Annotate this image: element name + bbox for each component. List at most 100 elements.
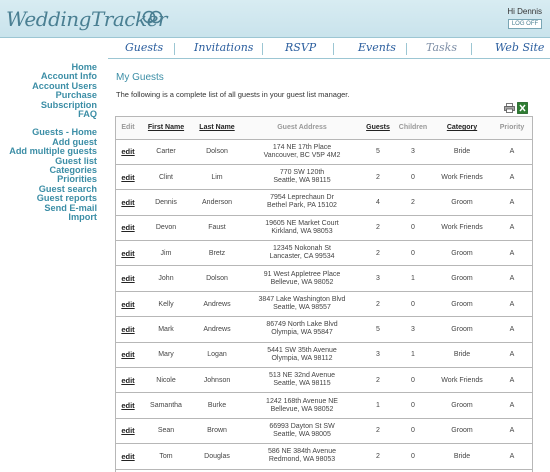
edit-link[interactable]: edit — [116, 265, 140, 292]
cell-first-name: Jim — [140, 240, 192, 267]
cell-category: Bride — [432, 139, 492, 165]
cell-guests: 2 — [362, 443, 394, 470]
edit-link[interactable]: edit — [116, 392, 140, 419]
edit-link[interactable]: edit — [116, 316, 140, 343]
cell-address: 770 SW 120th Seattle, WA 98115 — [242, 164, 362, 191]
cell-first-name: John — [140, 265, 192, 292]
table-row: edit Carter Dolson 174 NE 17th Place Vancouv… — [116, 139, 532, 165]
nav-guests[interactable]: Guests — [125, 41, 163, 54]
table-row: edit Devon Faust 19605 NE Market Court Kirkl… — [116, 215, 532, 242]
cell-priority: A — [492, 316, 532, 343]
cell-last-name: Dolson — [192, 139, 242, 165]
cell-category: Work Friends — [432, 164, 492, 191]
cell-guests: 3 — [362, 342, 394, 369]
sidebar-item-import[interactable]: Import — [0, 212, 97, 222]
edit-link[interactable]: edit — [116, 240, 140, 267]
table-row: edit Clint Lim 770 SW 120th Seattle, WA 9811… — [116, 164, 532, 191]
cell-guests: 4 — [362, 189, 394, 216]
nav-tasks[interactable]: Tasks — [426, 41, 457, 54]
nav-separator — [262, 43, 263, 55]
cell-priority: A — [492, 139, 532, 165]
cell-last-name: Johnson — [192, 367, 242, 394]
edit-link[interactable]: edit — [116, 139, 140, 165]
cell-guests: 2 — [362, 164, 394, 191]
cell-children: 3 — [394, 316, 432, 343]
table-row: edit Tom Douglas 586 NE 384th Avenue Redmond… — [116, 443, 532, 470]
address-line-1: 66993 Dayton St SW — [269, 422, 335, 430]
main-nav: Guests Invitations RSVP Events Tasks Web… — [108, 40, 550, 57]
nav-invitations[interactable]: Invitations — [194, 41, 253, 54]
cell-category: Groom — [432, 291, 492, 318]
header-bar: WeddingTracker Hi Dennis LOG OFF — [0, 0, 550, 38]
cell-children: 3 — [394, 139, 432, 165]
col-header-last-name[interactable]: Last Name — [192, 117, 242, 140]
cell-children: 1 — [394, 265, 432, 292]
cell-children: 0 — [394, 215, 432, 242]
cell-category: Groom — [432, 240, 492, 267]
address-line-2: Vancouver, BC V5P 4M2 — [263, 151, 341, 159]
wedding-rings-icon — [142, 10, 163, 24]
edit-link[interactable]: edit — [116, 342, 140, 369]
address-line-2: Seattle, WA 98005 — [273, 430, 331, 438]
address-line-2: Lancaster, CA 99534 — [269, 253, 335, 261]
address-line-2: Olympia, WA 95847 — [271, 329, 333, 337]
cell-last-name: Logan — [192, 342, 242, 369]
address-line-1: 770 SW 120th — [279, 169, 325, 177]
nav-events[interactable]: Events — [358, 41, 396, 54]
page-intro: The following is a complete list of all … — [116, 90, 350, 99]
col-header-category[interactable]: Category — [432, 117, 492, 140]
cell-address: 586 NE 384th Avenue Redmond, WA 98053 — [242, 443, 362, 470]
address-line-2: Redmond, WA 98053 — [268, 456, 336, 464]
col-header-children: Children — [394, 117, 432, 140]
cell-address: 174 NE 17th Place Vancouver, BC V5P 4M2 — [242, 139, 362, 165]
cell-priority: A — [492, 418, 532, 445]
edit-link[interactable]: edit — [116, 189, 140, 216]
address-line-1: 7954 Leprechaun Dr — [270, 194, 334, 202]
cell-category: Work Friends — [432, 367, 492, 394]
sidebar-item-faq[interactable]: FAQ — [0, 109, 97, 119]
edit-link[interactable]: edit — [116, 443, 140, 470]
cell-address: 513 NE 32nd Avenue Seattle, WA 98115 — [242, 367, 362, 394]
col-header-guests[interactable]: Guests — [362, 117, 394, 140]
cell-priority: A — [492, 215, 532, 242]
cell-priority: A — [492, 164, 532, 191]
address-line-2: Seattle, WA 98115 — [273, 177, 331, 185]
nav-separator — [406, 43, 407, 55]
cell-guests: 2 — [362, 418, 394, 445]
cell-address: 3847 Lake Washington Blvd Seattle, WA 985… — [242, 291, 362, 318]
print-icon[interactable] — [504, 103, 515, 113]
cell-category: Groom — [432, 418, 492, 445]
sidebar: Home Account Info Account Users Purchase… — [0, 62, 97, 223]
cell-address: 86749 North Lake Blvd Olympia, WA 95847 — [242, 316, 362, 343]
edit-link[interactable]: edit — [116, 291, 140, 318]
address-line-1: 86749 North Lake Blvd — [266, 321, 338, 329]
nav-website[interactable]: Web Site — [495, 41, 544, 54]
table-row: edit Mark Andrews 86749 North Lake Blvd Olym… — [116, 316, 532, 343]
cell-children: 0 — [394, 392, 432, 419]
cell-last-name: Dolson — [192, 265, 242, 292]
cell-first-name: Clint — [140, 164, 192, 191]
table-row: edit Kelly Andrews 3847 Lake Washington Blv… — [116, 291, 532, 318]
cell-priority: A — [492, 265, 532, 292]
cell-category: Bride — [432, 443, 492, 470]
logoff-button[interactable]: LOG OFF — [508, 19, 542, 29]
edit-link[interactable]: edit — [116, 367, 140, 394]
cell-address: 12345 Nokonah St Lancaster, CA 99534 — [242, 240, 362, 267]
edit-link[interactable]: edit — [116, 418, 140, 445]
table-header-row: Edit First Name Last Name Guest Address … — [116, 117, 532, 140]
guest-table: Edit First Name Last Name Guest Address … — [116, 117, 532, 470]
cell-address: 66993 Dayton St SW Seattle, WA 98005 — [242, 418, 362, 445]
nav-divider — [108, 58, 550, 59]
excel-export-icon[interactable] — [517, 102, 528, 114]
nav-rsvp[interactable]: RSVP — [285, 41, 316, 54]
cell-children: 0 — [394, 367, 432, 394]
cell-category: Groom — [432, 265, 492, 292]
cell-priority: A — [492, 392, 532, 419]
guest-rows: edit Carter Dolson 174 NE 17th Place Vancouv… — [116, 139, 532, 470]
edit-link[interactable]: edit — [116, 164, 140, 191]
col-header-first-name[interactable]: First Name — [140, 117, 192, 140]
address-line-2: Bellevue, WA 98052 — [270, 278, 334, 286]
edit-link[interactable]: edit — [116, 215, 140, 242]
cell-first-name: Mary — [140, 342, 192, 369]
cell-last-name: Douglas — [192, 443, 242, 470]
